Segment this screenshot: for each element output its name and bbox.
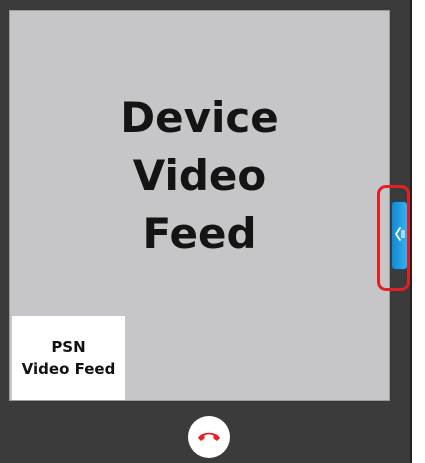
phone-hangup-icon <box>197 428 221 447</box>
psn-video-feed-label: PSN Video Feed <box>21 337 116 379</box>
end-call-button[interactable] <box>188 416 230 458</box>
side-panel-toggle-tab[interactable] <box>391 201 408 270</box>
device-video-feed: Device Video Feed PSN Video Feed <box>9 10 390 401</box>
chevron-left-icon <box>394 224 405 248</box>
psn-video-feed: PSN Video Feed <box>12 316 125 400</box>
call-window: Device Video Feed PSN Video Feed <box>0 0 412 463</box>
device-video-feed-label: Device Video Feed <box>120 93 279 258</box>
